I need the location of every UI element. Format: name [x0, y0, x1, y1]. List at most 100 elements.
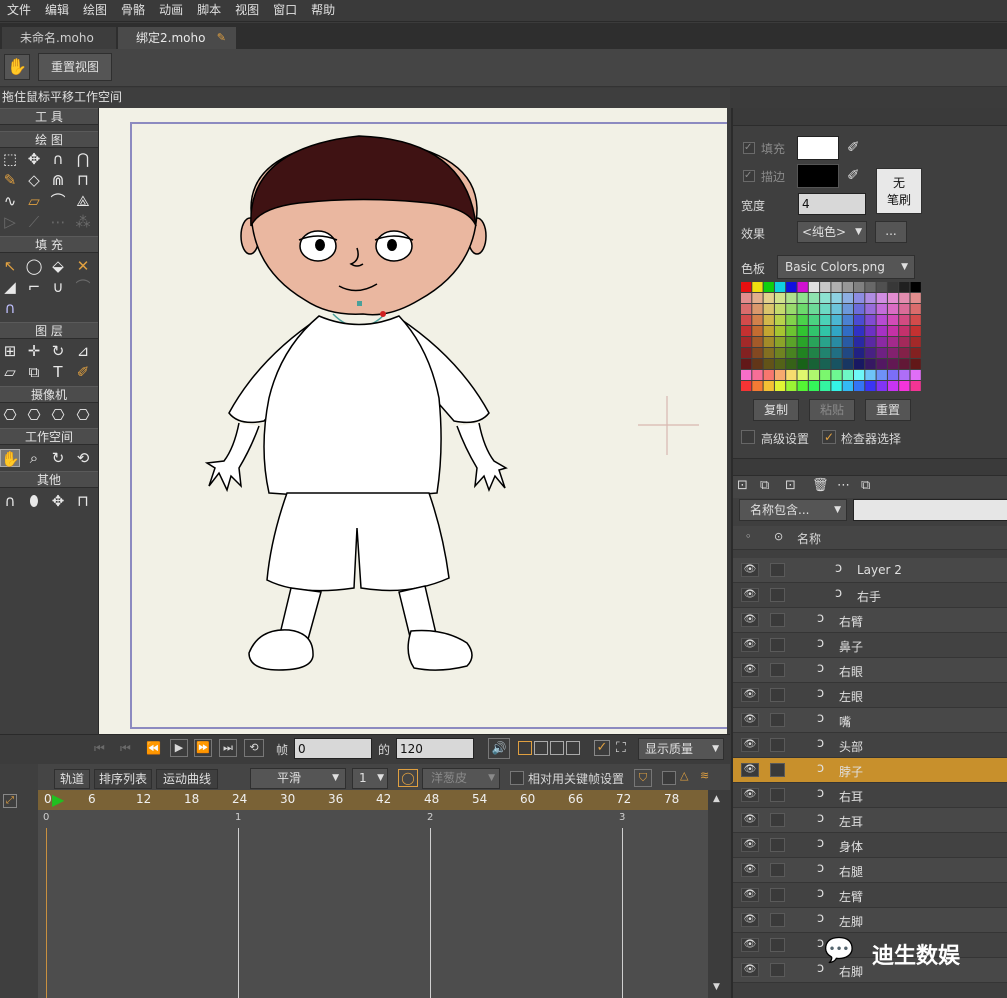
- layer-lock-checkbox[interactable]: [770, 688, 785, 702]
- menu-edit[interactable]: 编辑: [38, 0, 76, 21]
- layer-row[interactable]: 👁 ↄ 右腿: [733, 858, 1007, 883]
- advanced-checkbox[interactable]: [741, 430, 755, 444]
- paint-bucket-icon[interactable]: ⬙: [48, 257, 68, 275]
- eye-icon[interactable]: 👁: [741, 913, 759, 927]
- set-origin-icon[interactable]: ⊞: [0, 342, 20, 360]
- new-group-icon[interactable]: ⊡: [785, 478, 796, 493]
- effect-dropdown[interactable]: <纯色> ▼: [797, 221, 867, 243]
- stroke-color-swatch[interactable]: [797, 164, 839, 188]
- layer-lock-checkbox[interactable]: [770, 638, 785, 652]
- fill-color-swatch[interactable]: [797, 136, 839, 160]
- select-shape-icon[interactable]: ↖: [0, 257, 20, 275]
- layer-row[interactable]: 👁 ↄ Layer 2: [733, 558, 1007, 583]
- bandage-icon[interactable]: ⬮: [24, 492, 44, 510]
- layer-row[interactable]: 👁 ↄ 右眼: [733, 658, 1007, 683]
- layer-lock-checkbox[interactable]: [770, 813, 785, 827]
- eye-icon[interactable]: 👁: [741, 863, 759, 877]
- orbit-icon[interactable]: ⟲: [73, 449, 93, 467]
- camera-zoom-icon[interactable]: ⎔: [24, 406, 44, 424]
- fill-eyedropper-icon[interactable]: ✐: [847, 138, 860, 156]
- freehand-icon[interactable]: ✎: [0, 171, 20, 189]
- view-hsplit-icon[interactable]: [550, 741, 564, 755]
- keyframe-shape-icon[interactable]: ⛉: [634, 769, 652, 787]
- layer-row[interactable]: 👁 ↄ 右臂: [733, 608, 1007, 633]
- display-quality-dropdown[interactable]: 显示质量 ▼: [638, 738, 724, 760]
- layer-lock-checkbox[interactable]: [770, 963, 785, 977]
- menu-file[interactable]: 文件: [0, 0, 38, 21]
- menu-bone[interactable]: 骨骼: [114, 0, 152, 21]
- eye-icon[interactable]: 👁: [741, 713, 759, 727]
- pan-workspace-icon[interactable]: ✋: [0, 449, 20, 468]
- canvas[interactable]: [99, 108, 730, 734]
- timeline-scrollbar[interactable]: ▲ ▼: [708, 790, 730, 998]
- bone-curve-icon[interactable]: ∩: [0, 492, 20, 510]
- next-key-icon[interactable]: ⏭: [219, 739, 237, 757]
- eraser-icon[interactable]: ▱: [24, 192, 44, 210]
- total-frames-input[interactable]: [396, 738, 474, 759]
- loop-icon[interactable]: ⟲: [244, 739, 264, 757]
- switch-layer-icon[interactable]: ⧉: [24, 363, 44, 381]
- layer-row[interactable]: 👁 ↄ 右耳: [733, 783, 1007, 808]
- tab-untitled[interactable]: 未命名.moho: [2, 27, 116, 49]
- palette-dropdown[interactable]: Basic Colors.png ▼: [777, 255, 915, 279]
- layer-lock-checkbox[interactable]: [770, 613, 785, 627]
- rotate-layer-icon[interactable]: ↻: [48, 342, 68, 360]
- checkbox-icon[interactable]: ✓: [594, 740, 610, 756]
- delete-edge-icon[interactable]: ⋒: [48, 171, 68, 189]
- curvature-icon[interactable]: ⋂: [73, 150, 93, 168]
- new-layer-icon[interactable]: ⊡: [737, 478, 748, 493]
- shear-layer-icon[interactable]: ▱: [0, 363, 20, 381]
- tab-motion-graph[interactable]: 运动曲线: [156, 769, 218, 789]
- eye-icon[interactable]: 👁: [741, 838, 759, 852]
- menu-window[interactable]: 窗口: [266, 0, 304, 21]
- camera-pan-icon[interactable]: ⎔: [73, 406, 93, 424]
- menu-view[interactable]: 视图: [228, 0, 266, 21]
- reset-view-button[interactable]: 重置视图: [38, 53, 112, 81]
- zoom-icon[interactable]: ⌕: [24, 449, 44, 467]
- step-forward-icon[interactable]: ⏩: [194, 739, 212, 757]
- play-icon[interactable]: ▶: [170, 739, 188, 757]
- scroll-down-icon[interactable]: ▼: [713, 982, 720, 992]
- eye-icon[interactable]: 👁: [741, 663, 759, 677]
- stroke-checkbox[interactable]: ✓: [743, 170, 755, 182]
- delete-shape-icon[interactable]: ✕: [73, 257, 93, 275]
- layer-row[interactable]: 👁 ↄ 嘴: [733, 708, 1007, 733]
- eye-icon[interactable]: 👁: [741, 738, 759, 752]
- layer-lock-checkbox[interactable]: [770, 863, 785, 877]
- tab-tracks[interactable]: 轨道: [54, 769, 90, 789]
- layer-filter-dropdown[interactable]: 名称包含... ▼: [739, 499, 847, 521]
- color-palette-grid[interactable]: [741, 282, 922, 393]
- color-points-icon[interactable]: ∩: [0, 299, 20, 317]
- layer-row[interactable]: 👁 ↄ 左眼: [733, 683, 1007, 708]
- magnet-icon[interactable]: ⊓: [73, 171, 93, 189]
- duplicate-layer-icon[interactable]: ⧉: [760, 478, 769, 493]
- track-area[interactable]: 0 1 2 3: [38, 810, 708, 998]
- rotate-workspace-icon[interactable]: ↻: [48, 449, 68, 467]
- frame-ruler[interactable]: 0 6 12 18 24 30 36 42 48 54 60 66 72 78 ▶: [38, 790, 708, 810]
- camera-track-icon[interactable]: ⎔: [0, 406, 20, 424]
- layer-lock-checkbox[interactable]: [770, 913, 785, 927]
- paste-button[interactable]: 粘贴: [809, 399, 855, 421]
- transform-points-icon[interactable]: ✥: [24, 150, 44, 168]
- add-point-icon[interactable]: ∩: [48, 150, 68, 168]
- shape-icon[interactable]: ◇: [24, 171, 44, 189]
- curve-icon[interactable]: ∿: [0, 192, 20, 210]
- eye-icon[interactable]: 👁: [741, 963, 759, 977]
- eye-icon[interactable]: 👁: [741, 563, 759, 577]
- eye-icon[interactable]: 👁: [741, 938, 759, 952]
- tab-sequencer[interactable]: 排序列表: [94, 769, 152, 789]
- speaker-icon[interactable]: 🔊: [488, 738, 510, 759]
- eye-icon[interactable]: 👁: [741, 638, 759, 652]
- layer-lock-checkbox[interactable]: [770, 663, 785, 677]
- lock-icon[interactable]: ⊓: [73, 492, 93, 510]
- layer-row[interactable]: 👁 ↄ 左耳: [733, 808, 1007, 833]
- menu-animation[interactable]: 动画: [152, 0, 190, 21]
- layer-row[interactable]: 👁 ↄ 右手: [733, 583, 1007, 608]
- eye-icon[interactable]: 👁: [741, 763, 759, 777]
- layer-lock-checkbox[interactable]: [770, 588, 785, 602]
- eyedropper-tool-icon[interactable]: ✐: [73, 363, 93, 381]
- camera-roll-icon[interactable]: ⎔: [48, 406, 68, 424]
- layer-row[interactable]: 👁 ↄ 头部: [733, 733, 1007, 758]
- view-single-icon[interactable]: [518, 741, 532, 755]
- wave-icon[interactable]: ≋: [700, 769, 709, 782]
